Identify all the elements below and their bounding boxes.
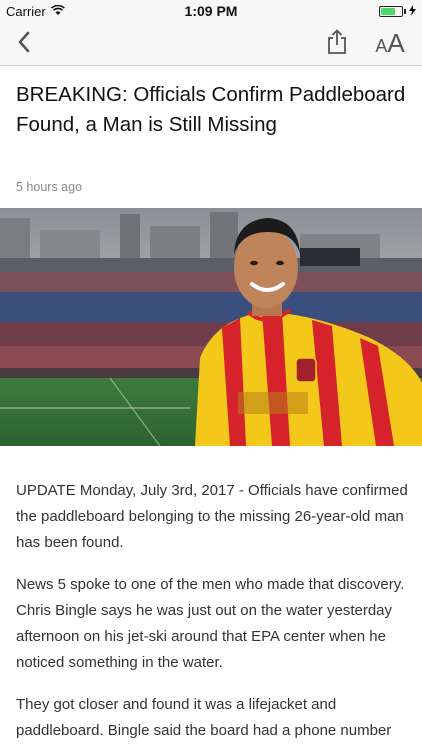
article-paragraph: They got closer and found it was a lifej… (16, 696, 392, 750)
article-headline: BREAKING: Officials Confirm Paddleboard … (16, 83, 406, 136)
stadium-selfie-photo (0, 208, 422, 446)
font-size-small-label: A (375, 36, 388, 56)
article-hero-image (0, 208, 422, 446)
article-timestamp: 5 hours ago (16, 180, 83, 194)
status-bar: Carrier 1:09 PM (0, 0, 422, 22)
battery-level (381, 8, 395, 15)
back-button[interactable] (10, 30, 38, 58)
navigation-bar: A A (0, 22, 422, 66)
font-size-button[interactable]: A A (370, 28, 410, 58)
article-body: UPDATE Monday, July 3rd, 2017 - Official… (16, 478, 408, 750)
share-icon (326, 28, 348, 60)
battery-tip (404, 9, 406, 14)
font-size-large-label: A (387, 28, 405, 58)
share-button[interactable] (322, 28, 352, 60)
article-paragraph: UPDATE Monday, July 3rd, 2017 - Official… (16, 482, 408, 551)
charging-bolt-icon (409, 4, 416, 19)
battery-indicator (379, 4, 416, 19)
article-paragraph: News 5 spoke to one of the men who made … (16, 576, 405, 671)
battery-icon (379, 6, 403, 17)
chevron-left-icon (17, 31, 31, 58)
clock: 1:09 PM (184, 3, 238, 19)
